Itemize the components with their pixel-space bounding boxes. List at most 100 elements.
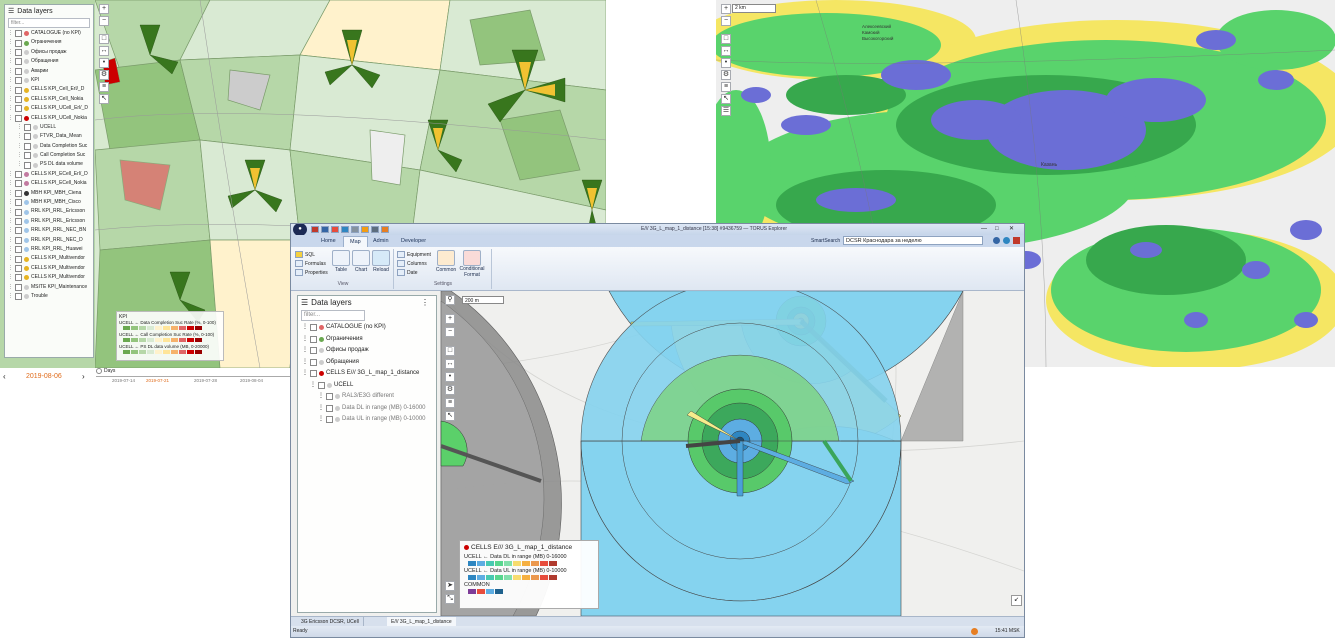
layer-checkbox[interactable] (15, 39, 22, 47)
layer-row[interactable]: ⋮ RRL KPI_RRL_Ericsson (5, 217, 93, 226)
pointer-icon[interactable]: ↖ (445, 411, 455, 421)
timeline-prev-icon[interactable]: ‹ (3, 372, 6, 381)
drag-handle-icon[interactable]: ⋮ (8, 217, 13, 226)
settings-icon[interactable]: ⚙ (445, 385, 455, 395)
drag-handle-icon[interactable]: ⋮ (8, 57, 13, 66)
data-layers-panel[interactable]: ☰ Data layers filter... ⋮ CATALOGUE (no K… (4, 4, 94, 358)
layer-checkbox[interactable] (15, 199, 22, 207)
layer-checkbox[interactable] (15, 293, 22, 301)
help-icon[interactable] (993, 237, 1000, 244)
zoom-out-button[interactable]: − (721, 16, 731, 26)
layer-row[interactable]: ⋮ Аварии (5, 67, 93, 76)
drag-handle-icon[interactable]: ⋮ (8, 179, 13, 188)
common-button[interactable]: Common (435, 250, 457, 273)
tab-admin[interactable]: Admin (367, 236, 395, 247)
layer-row[interactable]: ⋮ Обращения (298, 357, 436, 369)
layer-checkbox[interactable] (15, 114, 22, 122)
layer-row[interactable]: ⋮ UCELL (5, 123, 93, 132)
layer-row[interactable]: ⋮ CATALOGUE (no KPI) (5, 29, 93, 38)
refresh-icon[interactable] (361, 226, 369, 233)
zoom-in-button[interactable]: + (445, 314, 455, 324)
drag-handle-icon[interactable]: ⋮ (17, 142, 22, 151)
drag-handle-icon[interactable]: ⋮ (8, 38, 13, 47)
layer-row[interactable]: ⋮ Офисы продаж (298, 345, 436, 357)
layer-row[interactable]: ⋮ RRL KPI_RRL_NEC_D (5, 236, 93, 245)
close-icon[interactable] (1013, 237, 1020, 244)
drag-handle-icon[interactable]: ⋮ (8, 29, 13, 38)
drag-handle-icon[interactable]: ⋮ (318, 403, 324, 415)
layer-checkbox[interactable] (326, 404, 333, 412)
layer-row[interactable]: ⋮ CELLS KPI_ECell_Nokia (5, 179, 93, 188)
distance-map-view[interactable]: ☰ Data layers ⋮ filter... ⋮ CATALOGUE (no… (291, 291, 1024, 616)
pointer-icon[interactable]: ↖ (99, 94, 109, 104)
layer-checkbox[interactable] (310, 347, 317, 355)
zoom-in-button[interactable]: + (721, 4, 731, 14)
layer-row[interactable]: ⋮ Ограничения (298, 334, 436, 346)
filter-icon[interactable]: ≡ (445, 398, 455, 408)
drag-handle-icon[interactable]: ⋮ (318, 391, 324, 403)
drag-handle-icon[interactable]: ⋮ (318, 414, 324, 426)
open-icon[interactable] (321, 226, 329, 233)
layer-checkbox[interactable] (24, 161, 31, 169)
layer-checkbox[interactable] (15, 236, 22, 244)
drag-handle-icon[interactable]: ⋮ (8, 283, 13, 292)
drag-handle-icon[interactable]: ⋮ (17, 123, 22, 132)
layer-checkbox[interactable] (310, 335, 317, 343)
layer-row[interactable]: ⋮ CELLS KPI_ECell_Erl/_D (5, 170, 93, 179)
data-layers-panel[interactable]: ☰ Data layers ⋮ filter... ⋮ CATALOGUE (no… (297, 295, 437, 613)
settings-icon[interactable]: ⚙ (99, 70, 109, 80)
drag-handle-icon[interactable]: ⋮ (8, 254, 13, 263)
drag-handle-icon[interactable]: ⋮ (8, 95, 13, 104)
close-doc-icon[interactable] (331, 226, 339, 233)
layer-checkbox[interactable] (15, 255, 22, 263)
zoom-in-button[interactable]: + (99, 4, 109, 14)
reload-button[interactable]: Reload (371, 250, 391, 273)
drag-handle-icon[interactable]: ⋮ (302, 357, 308, 369)
panel-menu-icon[interactable]: ⋮ (421, 298, 429, 307)
drag-handle-icon[interactable]: ⋮ (8, 85, 13, 94)
redo-icon[interactable] (351, 226, 359, 233)
measure-icon[interactable]: ↔ (99, 46, 109, 56)
layer-row[interactable]: ⋮ CELLS KPI_Multivendor (5, 254, 93, 263)
layer-row[interactable]: ⋮ KPI (5, 76, 93, 85)
layer-checkbox[interactable] (24, 133, 31, 141)
layer-checkbox[interactable] (310, 358, 317, 366)
equipment-button[interactable]: Equipment (397, 250, 431, 259)
layer-row[interactable]: ⋮ Data UL in range (MB) 0-10000 (298, 414, 436, 426)
columns-button[interactable]: Columns (397, 259, 431, 268)
layer-row[interactable]: ⋮ UCELL (298, 380, 436, 392)
layer-row[interactable]: ⋮ CELLS KPI_Multivendor (5, 264, 93, 273)
drag-handle-icon[interactable]: ⋮ (8, 198, 13, 207)
date-button[interactable]: Date (397, 268, 431, 277)
layer-checkbox[interactable] (15, 283, 22, 291)
layer-row[interactable]: ⋮ CELLS KPI_Multivendor (5, 273, 93, 282)
layer-row[interactable]: ⋮ Офисы продаж (5, 48, 93, 57)
layer-row[interactable]: ⋮ PS DL data volume (5, 160, 93, 169)
layer-checkbox[interactable] (15, 180, 22, 188)
layer-checkbox[interactable] (310, 370, 317, 378)
layer-checkbox[interactable] (15, 264, 22, 272)
timeline-days-radio[interactable] (96, 368, 102, 374)
formulas-button[interactable]: Formulas (295, 259, 328, 268)
drag-handle-icon[interactable]: ⋮ (310, 380, 316, 392)
timeline-next-icon[interactable]: › (82, 372, 85, 381)
drag-handle-icon[interactable]: ⋮ (8, 226, 13, 235)
layer-checkbox[interactable] (15, 30, 22, 38)
navigate-icon[interactable]: ➤ (445, 581, 455, 591)
drag-handle-icon[interactable]: ⋮ (17, 160, 22, 169)
layer-checkbox[interactable] (326, 416, 333, 424)
drag-handle-icon[interactable]: ⋮ (8, 104, 13, 113)
measure-icon[interactable]: ↔ (445, 359, 455, 369)
drag-handle-icon[interactable]: ⋮ (8, 114, 13, 123)
layer-checkbox[interactable] (15, 246, 22, 254)
search-icon[interactable]: ⚲ (445, 295, 455, 305)
zoom-out-button[interactable]: − (99, 16, 109, 26)
expand-icon[interactable]: ⤡ (445, 594, 455, 604)
print-icon[interactable] (371, 226, 379, 233)
drag-handle-icon[interactable]: ⋮ (17, 132, 22, 141)
layer-row[interactable]: ⋮ MBH KPI_MBH_Ciena (5, 189, 93, 198)
fullscreen-icon[interactable]: □ (445, 346, 455, 356)
layer-row[interactable]: ⋮ RRL KPI_RRL_Ericsson (5, 207, 93, 216)
properties-button[interactable]: Properties (295, 268, 328, 277)
layer-filter-input[interactable]: filter... (301, 310, 365, 321)
